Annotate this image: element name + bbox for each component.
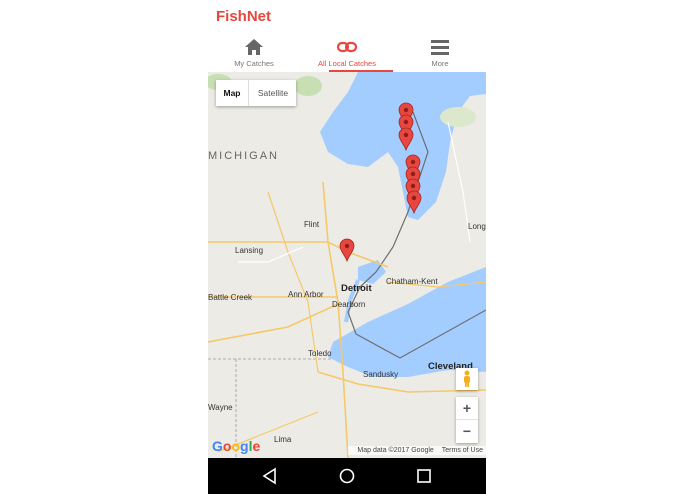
city-label: Lima <box>274 435 292 444</box>
tab-label: All Local Catches <box>318 59 376 68</box>
menu-icon <box>431 40 449 55</box>
map-attribution: Map data ©2017 Google Terms of Use <box>348 446 486 455</box>
app-title: FishNet <box>216 8 272 25</box>
map-data-credit: Map data ©2017 Google <box>357 447 434 454</box>
home-icon <box>245 39 263 55</box>
city-label: Dearborn <box>332 300 366 309</box>
catch-marker[interactable] <box>339 238 355 263</box>
zoom-control: + − <box>456 397 478 443</box>
terms-of-use-link[interactable]: Terms of Use <box>442 447 483 454</box>
back-icon[interactable] <box>260 466 280 486</box>
city-label: Toledo <box>308 349 332 358</box>
zoom-out-button[interactable]: − <box>456 420 478 442</box>
map-type-control: Map Satellite <box>216 80 296 106</box>
catch-marker[interactable] <box>398 127 414 152</box>
map-pin-icon <box>339 238 355 263</box>
android-nav-bar <box>208 458 486 494</box>
recents-icon[interactable] <box>414 466 434 486</box>
pegman-icon <box>464 370 470 387</box>
tab-bar: My Catches All Local Catches More <box>208 36 486 72</box>
city-label: Ann Arbor <box>288 290 324 299</box>
map-pin-icon <box>398 127 414 152</box>
city-label: Wayne <box>208 403 233 412</box>
tab-all-local-catches[interactable]: All Local Catches <box>301 36 393 72</box>
map-type-satellite-button[interactable]: Satellite <box>248 80 297 106</box>
city-label: Chatham-Kent <box>386 277 438 286</box>
catch-marker[interactable] <box>406 190 422 215</box>
map-base <box>208 72 486 458</box>
phone-screen: FishNet My Catches All Local Catches Mor… <box>208 0 486 494</box>
map-type-map-button[interactable]: Map <box>216 80 248 106</box>
home-circle-icon[interactable] <box>337 466 357 486</box>
city-label: Battle Creek <box>208 293 253 302</box>
city-label: Longu <box>468 222 486 231</box>
city-label: Detroit <box>341 283 372 294</box>
link-icon <box>337 41 357 53</box>
app-bar: FishNet <box>208 0 486 36</box>
tab-label: My Catches <box>234 59 274 68</box>
tab-more[interactable]: More <box>394 36 486 72</box>
tab-label: More <box>431 59 449 68</box>
tab-my-catches[interactable]: My Catches <box>208 36 300 72</box>
street-view-pegman-button[interactable] <box>456 368 478 390</box>
city-label: Flint <box>304 220 320 229</box>
google-logo: Google <box>212 438 261 454</box>
city-label: Sandusky <box>363 370 399 379</box>
map-pin-icon <box>406 190 422 215</box>
city-label: Lansing <box>235 246 264 255</box>
zoom-in-button[interactable]: + <box>456 397 478 420</box>
state-label: MICHIGAN <box>208 150 279 162</box>
map-view[interactable]: Map Satellite MICHIGAN Flint Lansing Bat… <box>208 72 486 458</box>
